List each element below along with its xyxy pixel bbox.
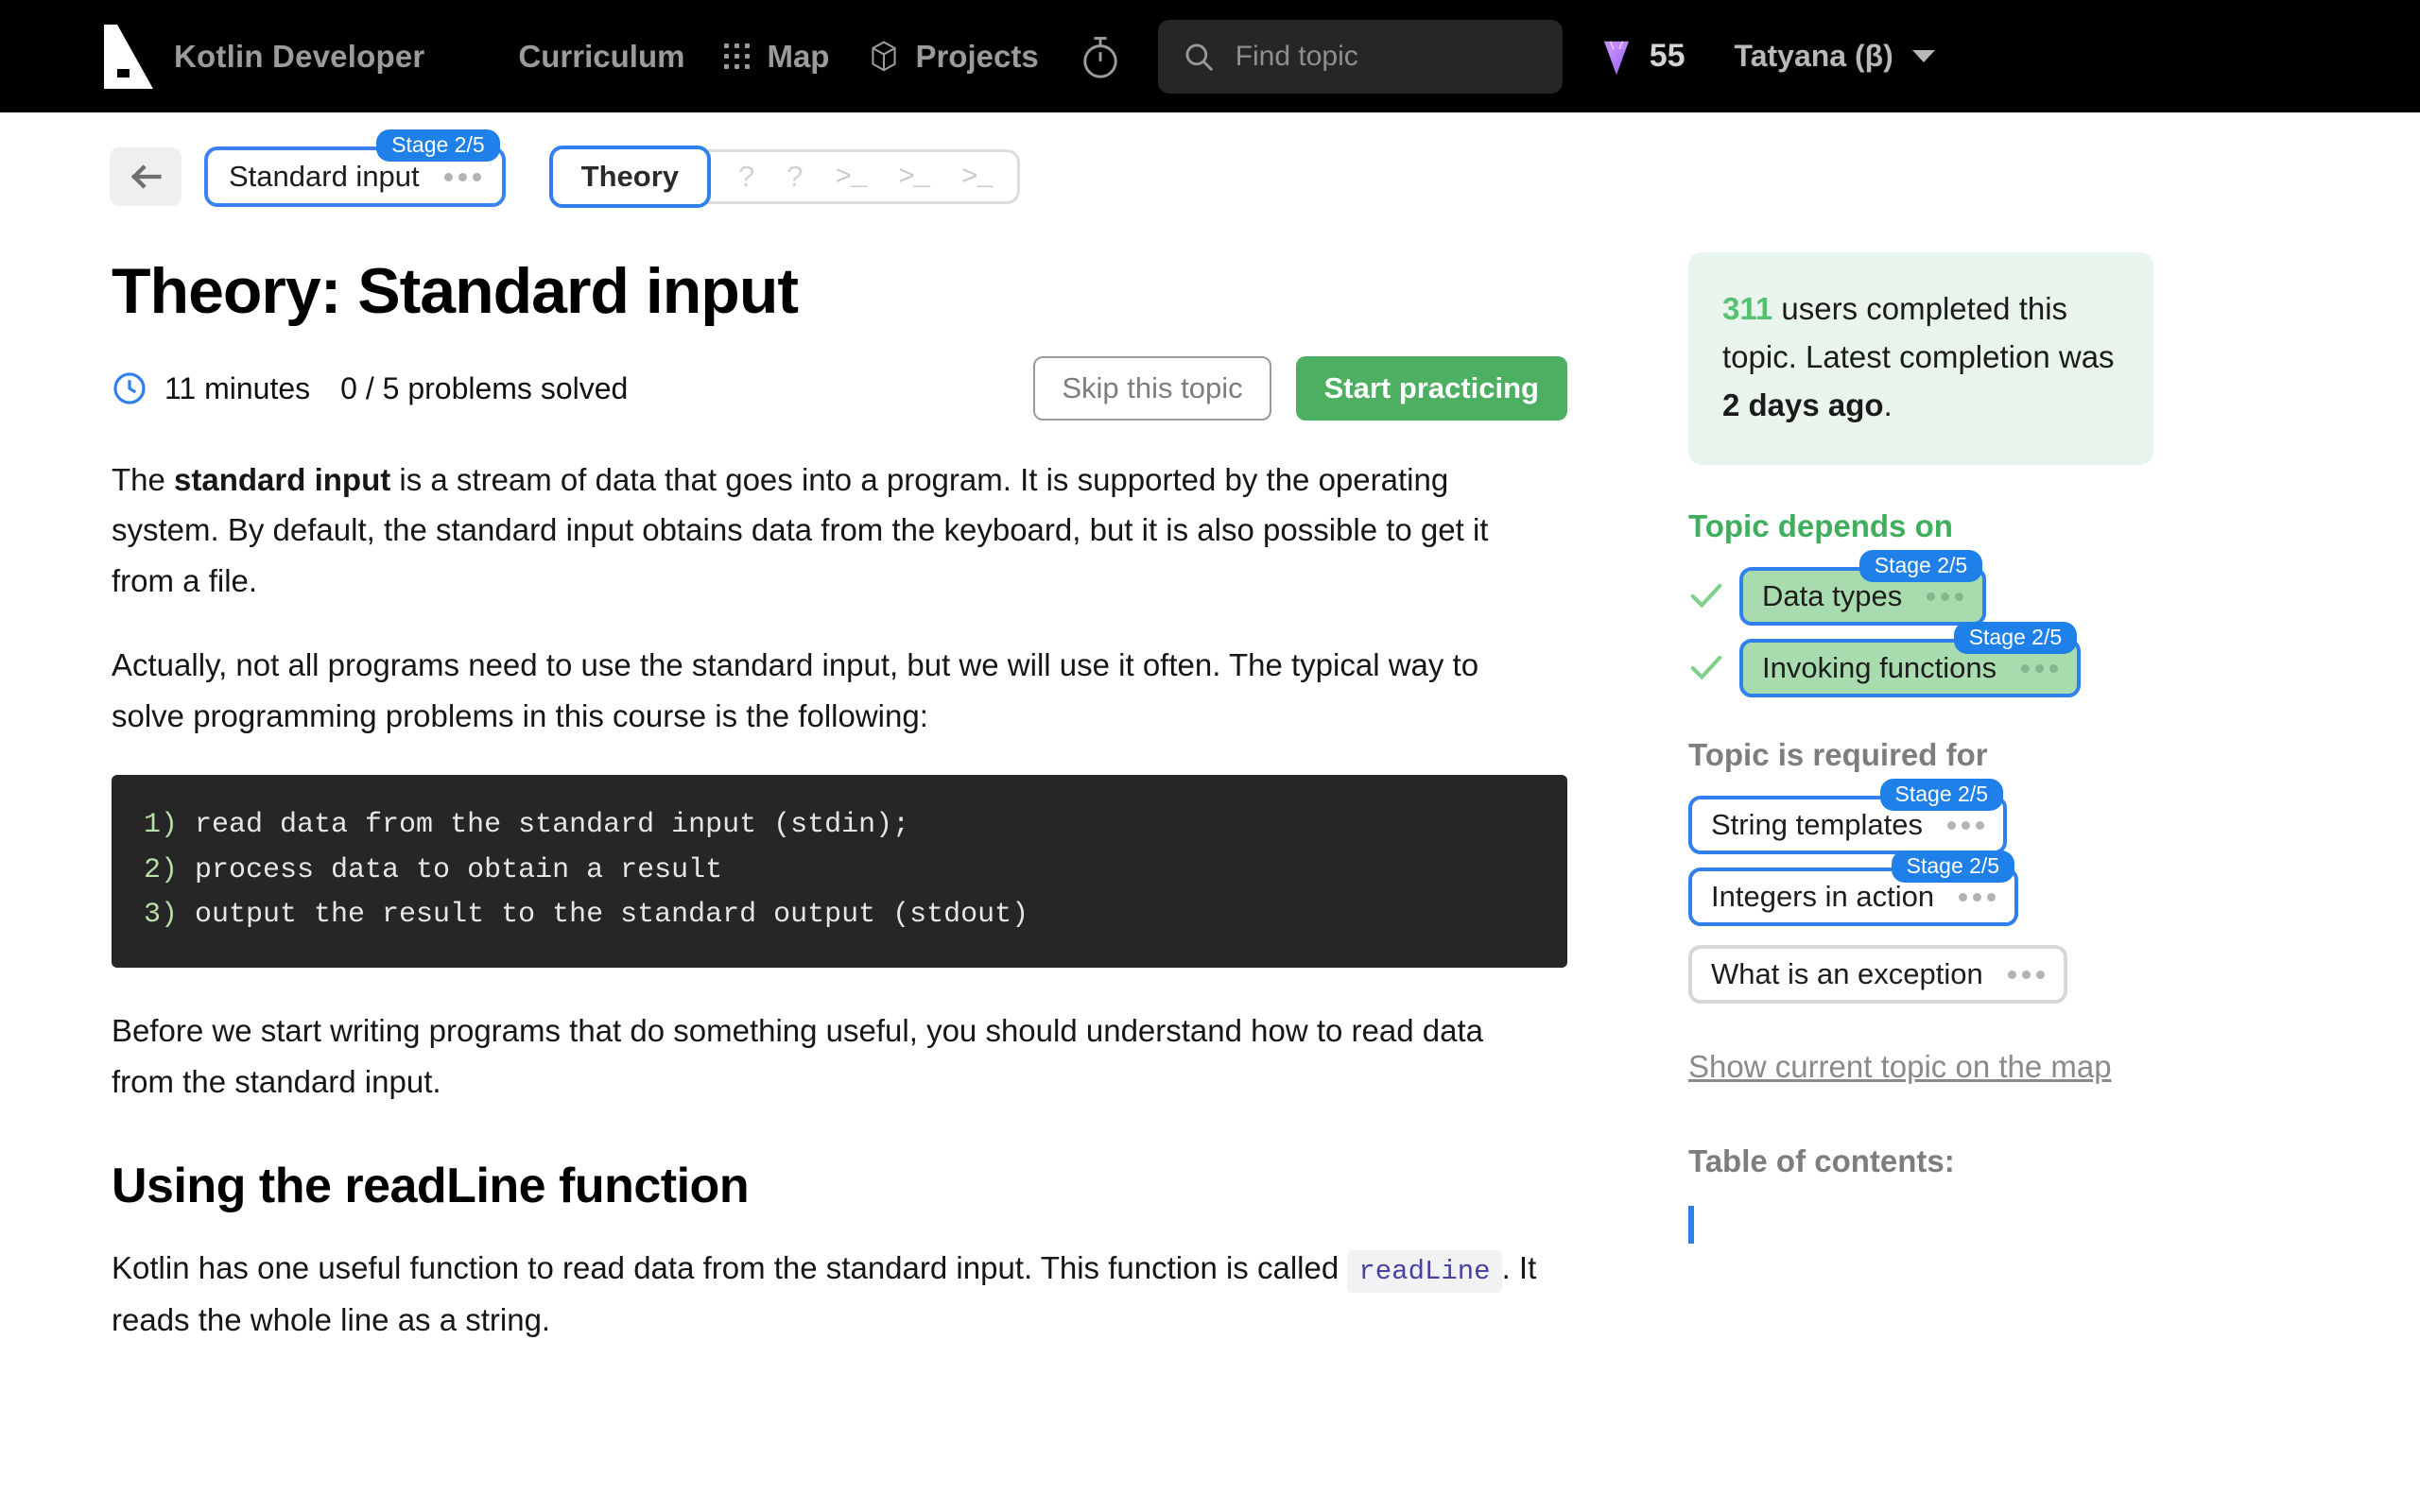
ellipsis-icon[interactable] [2021,663,2059,673]
current-topic-pill-group: Stage 2/5 Standard input [204,129,506,207]
code-block: 1) read data from the standard input (st… [112,775,1567,969]
stage-badge: Stage 2/5 [1879,779,2003,812]
dependency-row: Stage 2/5 Invoking functions [1688,622,2153,698]
tab-terminal-3[interactable]: >_ [961,162,994,193]
topic-meta-row: 11 minutes 0 / 5 problems solved Skip th… [112,356,1567,421]
arrow-left-icon [129,163,163,191]
paragraph-before-we-start: Before we start writing programs that do… [112,1013,1484,1099]
duration-label: 11 minutes [164,370,311,405]
top-navigation-bar: Kotlin Developer Curriculum Map Projects [0,0,2420,112]
chevron-down-icon [1911,50,1935,62]
topic-pill-label: Invoking functions [1762,651,1997,685]
nav-item-curriculum-label: Curriculum [518,38,685,74]
table-of-contents-heading: Table of contents: [1688,1143,1955,1179]
ellipsis-icon[interactable] [443,172,481,181]
nav-item-projects[interactable]: Projects [869,38,1039,75]
stage-badge: Stage 2/5 [1953,622,2078,655]
ellipsis-icon[interactable] [1927,592,1964,601]
back-button[interactable] [110,147,182,206]
nav-item-curriculum[interactable]: Curriculum [474,39,684,75]
cube-icon [869,40,899,74]
brand-name-label: Kotlin Developer [174,38,425,74]
dependency-row: Stage 2/5 Data types [1688,550,2153,627]
main-content: Theory: Standard input 11 minutes 0 / 5 … [112,215,1567,1380]
topic-pill-label: What is an exception [1711,957,1983,991]
check-icon [1688,653,1724,683]
ellipsis-icon[interactable] [1959,892,1996,902]
p4-part-a: Kotlin has one useful function to read d… [112,1250,1348,1286]
page-body: Theory: Standard input 11 minutes 0 / 5 … [0,215,2420,1380]
stopwatch-button[interactable] [1079,32,1122,81]
breadcrumb: Stage 2/5 Standard input Theory ? ? >_ >… [0,112,2420,215]
search-box[interactable] [1157,19,1563,94]
grid-dots-icon [724,43,751,70]
stage-badge: Stage 2/5 [1891,850,2015,884]
required-row: What is an exception [1688,945,2153,1005]
completed-users-text-b: . [1883,387,1893,423]
skip-topic-button[interactable]: Skip this topic [1033,356,1271,421]
inline-code-readline: readLine [1347,1250,1502,1294]
stopwatch-icon [1079,32,1122,81]
completion-stats-card: 311 users completed this topic. Latest c… [1688,252,2153,466]
tab-theory-label: Theory [580,160,680,193]
lesson-tabs: Theory ? ? >_ >_ >_ [548,146,1020,208]
paragraph-intro: The standard input is a stream of data t… [112,455,1548,606]
clock-icon [112,370,147,406]
completed-users-text-a: users completed this topic. Latest compl… [1722,291,2115,375]
brand-home-link[interactable]: Kotlin Developer [104,24,425,89]
code-line-1-text: read data from the standard input (stdin… [178,809,910,842]
ellipsis-icon[interactable] [2007,970,2045,979]
search-input[interactable] [1235,40,1538,73]
page-title: Theory: Standard input [112,255,799,327]
paragraph-readline: Kotlin has one useful function to read d… [112,1243,1548,1345]
tab-terminal-1[interactable]: >_ [836,162,868,193]
paragraph-typical-way: Actually, not all programs need to use t… [112,647,1479,733]
stage-badge: Stage 2/5 [376,129,500,162]
code-line-1-number: 1) [144,809,179,842]
topic-pill-label: String templates [1711,808,1923,842]
required-row: Stage 2/5 Integers in action [1688,850,2153,927]
code-line-3-number: 3) [144,899,179,932]
topic-pill-what-is-an-exception[interactable]: What is an exception [1688,945,2067,1005]
nav-item-projects-label: Projects [915,38,1039,74]
gem-icon [1600,37,1633,77]
table-of-contents-indicator [1688,1206,1694,1245]
p1-bold-term: standard input [174,462,391,497]
start-practicing-button[interactable]: Start practicing [1295,356,1567,421]
tab-theory[interactable]: Theory [548,146,712,208]
tab-rest-group: ? ? >_ >_ >_ [696,149,1020,204]
topic-pill-label: Integers in action [1711,880,1935,914]
topic-depends-on-heading: Topic depends on [1688,508,1953,544]
required-row: Stage 2/5 String templates [1688,779,2153,855]
gem-count-label: 55 [1649,38,1685,74]
ellipsis-icon[interactable] [1947,820,1984,830]
profile-menu[interactable]: Tatyana (β) [1735,39,1935,74]
search-icon [1183,41,1215,73]
nav-item-map[interactable]: Map [724,39,829,75]
stage-badge: Stage 2/5 [1858,550,1983,583]
latest-completion-value: 2 days ago [1722,387,1884,423]
tab-terminal-2[interactable]: >_ [898,162,930,193]
p1-part-a: The [112,462,175,497]
topic-pill-label: Data types [1762,579,1903,613]
code-line-2-number: 2) [144,853,179,886]
code-line-2-text: process data to obtain a result [178,853,723,886]
show-topic-on-map-link[interactable]: Show current topic on the map [1688,1049,2112,1085]
hamburger-icon [474,44,502,69]
tab-question-2[interactable]: ? [786,160,803,194]
code-line-3-text: output the result to the standard output… [178,899,1029,932]
current-topic-label: Standard input [229,160,420,193]
problems-solved-label: 0 / 5 problems solved [340,370,629,405]
sidebar: 311 users completed this topic. Latest c… [1567,215,2153,1380]
gems-counter[interactable]: 55 [1600,37,1685,77]
completed-users-count: 311 [1722,291,1773,326]
check-icon [1688,581,1724,611]
topic-required-for-heading: Topic is required for [1688,737,1988,773]
section-heading-readline: Using the readLine function [112,1159,750,1214]
nav-item-map-label: Map [767,38,830,74]
tab-question-1[interactable]: ? [738,160,754,194]
profile-name-label: Tatyana (β) [1734,39,1893,73]
hyperskill-logo-icon [104,24,153,89]
